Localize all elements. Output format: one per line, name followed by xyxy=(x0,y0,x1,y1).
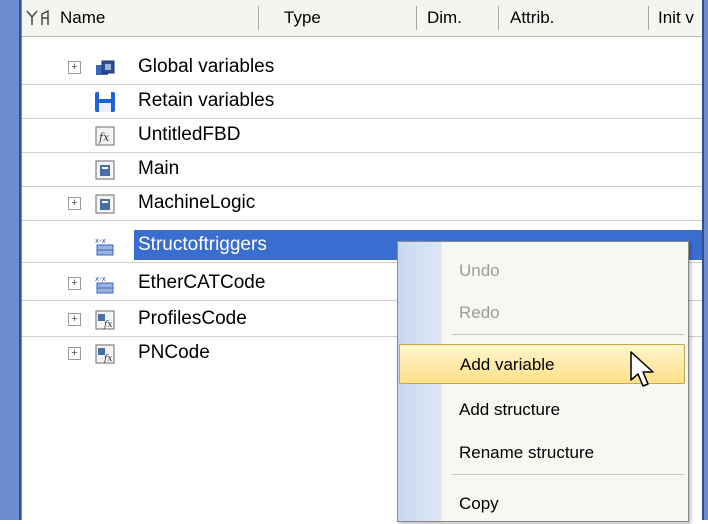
menu-item-copy[interactable]: Copy xyxy=(442,484,686,524)
column-separator[interactable] xyxy=(648,6,649,30)
column-separator[interactable] xyxy=(416,6,417,30)
column-init-value[interactable]: Init v xyxy=(658,0,702,36)
profile-code-icon: fx xyxy=(95,310,115,330)
expand-icon[interactable]: + xyxy=(68,347,81,360)
column-attrib[interactable]: Attrib. xyxy=(510,0,640,36)
tree-row-label: MachineLogic xyxy=(138,192,256,213)
svg-text:x-x: x-x xyxy=(95,275,106,283)
menu-item-redo[interactable]: Redo xyxy=(442,293,686,333)
tree-row-label: Main xyxy=(138,158,180,179)
tree-row-label: ProfilesCode xyxy=(138,308,247,329)
menu-separator xyxy=(452,474,684,475)
expand-icon[interactable]: + xyxy=(68,277,81,290)
menu-item-rename-structure[interactable]: Rename structure xyxy=(442,433,686,473)
function-block-icon: fx xyxy=(95,126,115,146)
retain-variables-icon xyxy=(95,92,115,112)
tree-row-retain-variables[interactable]: Retain variables xyxy=(22,84,702,119)
expand-icon[interactable]: + xyxy=(68,61,81,74)
svg-text:fx: fx xyxy=(103,320,112,330)
filter-icon[interactable] xyxy=(26,10,54,26)
menu-item-add-structure[interactable]: Add structure xyxy=(442,390,686,430)
program-icon xyxy=(95,194,115,214)
expand-icon[interactable]: + xyxy=(68,313,81,326)
tree-row-main[interactable]: Main xyxy=(22,152,702,187)
expand-icon[interactable]: + xyxy=(68,197,81,210)
svg-text:x-x: x-x xyxy=(95,237,106,245)
structure-icon: x-x xyxy=(95,237,114,256)
tree-row-label: UntitledFBD xyxy=(138,124,241,145)
tree-row-label: Global variables xyxy=(138,56,275,77)
tree-row-untitledfbd[interactable]: fx UntitledFBD xyxy=(22,118,702,153)
column-name[interactable]: Name xyxy=(60,0,256,36)
tree-row-machinelogic[interactable]: + MachineLogic xyxy=(22,186,702,221)
tree-row-label: Structoftriggers xyxy=(134,230,271,260)
window-frame-right xyxy=(702,0,708,520)
global-variables-icon xyxy=(96,60,115,75)
window-frame-left xyxy=(0,0,22,520)
structure-icon: x-x xyxy=(95,275,114,294)
tree-row-global-variables[interactable]: + Global variables xyxy=(22,50,702,85)
svg-text:fx: fx xyxy=(98,131,110,144)
column-header: Name Type Dim. Attrib. Init v xyxy=(22,0,702,37)
column-type[interactable]: Type xyxy=(284,0,404,36)
column-separator[interactable] xyxy=(258,6,259,30)
tree-row-label: Retain variables xyxy=(138,90,275,111)
menu-separator xyxy=(452,334,684,335)
column-dim[interactable]: Dim. xyxy=(427,0,487,36)
tree-row-label: EtherCATCode xyxy=(138,272,266,293)
menu-item-undo[interactable]: Undo xyxy=(442,251,686,291)
column-separator[interactable] xyxy=(498,6,499,30)
svg-text:fx: fx xyxy=(103,354,112,364)
profile-code-icon: fx xyxy=(95,344,115,364)
mouse-pointer-icon xyxy=(630,351,654,387)
program-icon xyxy=(95,160,115,180)
tree-row-label: PNCode xyxy=(138,342,210,363)
